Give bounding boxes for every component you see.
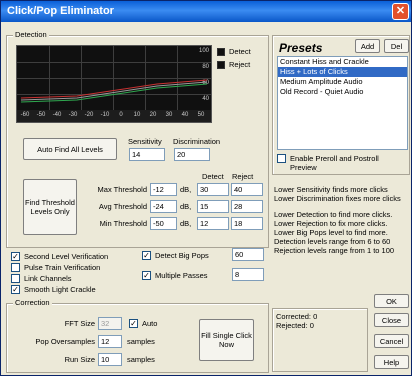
- x-tick: 50: [197, 112, 205, 118]
- help-line: Lower Sensitivity finds more clicks: [274, 185, 388, 194]
- help-spacer: [274, 203, 401, 210]
- max-threshold-label: Max Threshold: [97, 185, 147, 194]
- delete-preset-button[interactable]: Del: [384, 39, 409, 53]
- detect-column-header: Detect: [202, 172, 224, 181]
- run-size-unit: samples: [127, 355, 155, 364]
- preset-item[interactable]: Constant Hiss and Crackle: [278, 57, 407, 67]
- presets-title: Presets: [279, 41, 323, 55]
- x-tick: 0: [119, 112, 123, 118]
- multiple-passes-checkbox[interactable]: ✓: [142, 271, 151, 280]
- detect-legend-label: Detect: [229, 47, 251, 56]
- multiple-passes-label: Multiple Passes: [155, 271, 208, 280]
- help-line: Lower Discrimination fixes more clicks: [274, 194, 401, 203]
- x-tick: 10: [133, 112, 141, 118]
- enable-preroll-label: Enable Preroll and Postroll Preview: [290, 154, 379, 172]
- detect-big-pops-label: Detect Big Pops: [155, 251, 209, 260]
- second-level-verification-label: Second Level Verification: [24, 252, 109, 261]
- help-button[interactable]: Help: [374, 355, 409, 369]
- x-tick: 20: [149, 112, 157, 118]
- fft-auto-checkbox[interactable]: ✓: [129, 319, 138, 328]
- min-threshold-reject-input[interactable]: 18: [231, 217, 263, 230]
- reject-legend-label: Reject: [229, 60, 251, 69]
- avg-threshold-reject-input[interactable]: 28: [231, 200, 263, 213]
- correction-group-label: Correction: [13, 298, 52, 307]
- fft-size-label: FFT Size: [64, 319, 95, 328]
- fft-auto-label: Auto: [142, 319, 158, 328]
- min-threshold-unit: dB,: [180, 219, 192, 228]
- help-line: Rejection levels range from 1 to 100: [274, 246, 395, 255]
- cancel-button[interactable]: Cancel: [374, 334, 409, 348]
- help-line: Lower Big Pops level to find more.: [274, 228, 388, 237]
- preset-item-selected[interactable]: Hiss + Lots of Clicks: [278, 67, 407, 77]
- sensitivity-label: Sensitivity: [128, 137, 162, 146]
- pop-oversamples-input[interactable]: 12: [98, 335, 122, 348]
- fill-single-click-button[interactable]: Fill Single Click Now: [199, 319, 254, 361]
- help-line: Lower Rejection to fix more clicks.: [274, 219, 388, 228]
- find-threshold-levels-only-button[interactable]: Find Threshold Levels Only: [23, 179, 77, 235]
- x-tick: 30: [165, 112, 173, 118]
- detect-big-pops-input[interactable]: 60: [232, 248, 264, 261]
- min-threshold-input[interactable]: -50: [150, 217, 177, 230]
- smooth-light-crackle-checkbox[interactable]: ✓: [11, 285, 20, 294]
- enable-preroll-checkbox[interactable]: [277, 154, 286, 163]
- max-threshold-unit: dB,: [180, 185, 192, 194]
- max-threshold-reject-input[interactable]: 40: [231, 183, 263, 196]
- x-tick: 40: [181, 112, 189, 118]
- help-line: Lower Detection to find more clicks.: [274, 210, 393, 219]
- avg-threshold-input[interactable]: -24: [150, 200, 177, 213]
- presets-list[interactable]: Constant Hiss and Crackle Hiss + Lots of…: [277, 56, 408, 150]
- avg-threshold-label: Avg Threshold: [98, 202, 147, 211]
- second-level-verification-checkbox[interactable]: ✓: [11, 252, 20, 261]
- auto-find-all-levels-button[interactable]: Auto Find All Levels: [23, 138, 117, 160]
- run-size-input[interactable]: 10: [98, 353, 122, 366]
- close-button[interactable]: Close: [374, 313, 409, 327]
- max-threshold-detect-input[interactable]: 30: [197, 183, 229, 196]
- avg-threshold-unit: dB,: [180, 202, 192, 211]
- close-icon[interactable]: ✕: [392, 3, 409, 20]
- avg-threshold-detect-input[interactable]: 15: [197, 200, 229, 213]
- add-preset-button[interactable]: Add: [355, 39, 380, 53]
- reject-column-header: Reject: [232, 172, 254, 181]
- reject-legend-swatch: [217, 61, 225, 69]
- graph-x-axis: -60 -50 -40 -30 -20 -10 0 10 20 30 40 50: [17, 110, 211, 122]
- discrimination-label: Discrimination: [173, 137, 221, 146]
- rejected-count: Rejected: 0: [276, 321, 314, 330]
- fft-size-input[interactable]: 32: [98, 317, 122, 330]
- pulse-train-verification-label: Pulse Train Verification: [24, 263, 101, 272]
- smooth-light-crackle-label: Smooth Light Crackle: [24, 285, 96, 294]
- link-channels-checkbox[interactable]: [11, 274, 20, 283]
- x-tick: -60: [20, 112, 30, 118]
- detection-group-label: Detection: [13, 30, 49, 39]
- help-line: Detection levels range from 6 to 60: [274, 237, 391, 246]
- detection-graph: 100 80 60 40 -60 -50 -40 -30 -20 -10 0 1…: [16, 45, 212, 123]
- graph-curves: [20, 79, 208, 103]
- pulse-train-verification-checkbox[interactable]: [11, 263, 20, 272]
- x-tick: -50: [36, 112, 46, 118]
- x-tick: -20: [84, 112, 94, 118]
- link-channels-label: Link Channels: [24, 274, 72, 283]
- preset-item[interactable]: Medium Amplitude Audio: [278, 77, 407, 87]
- max-threshold-input[interactable]: -12: [150, 183, 177, 196]
- pop-oversamples-label: Pop Oversamples: [35, 337, 95, 346]
- x-tick: -30: [68, 112, 78, 118]
- corrected-count: Corrected: 0: [276, 312, 318, 321]
- min-threshold-label: Min Threshold: [99, 219, 147, 228]
- min-threshold-detect-input[interactable]: 12: [197, 217, 229, 230]
- detect-legend-swatch: [217, 48, 225, 56]
- run-size-label: Run Size: [64, 355, 95, 364]
- preset-item[interactable]: Old Record - Quiet Audio: [278, 87, 407, 97]
- x-tick: -40: [52, 112, 62, 118]
- detect-big-pops-checkbox[interactable]: ✓: [142, 251, 151, 260]
- x-tick: -10: [100, 112, 110, 118]
- pop-oversamples-unit: samples: [127, 337, 155, 346]
- click-pop-eliminator-window: Click/Pop Eliminator ✕ Detection 100 80 …: [0, 0, 412, 376]
- reject-curve: [20, 79, 208, 99]
- multiple-passes-input[interactable]: 8: [232, 268, 264, 281]
- window-title: Click/Pop Eliminator: [7, 5, 114, 17]
- help-text: Lower Sensitivity finds more clicks Lowe…: [274, 185, 401, 255]
- title-bar: Click/Pop Eliminator ✕: [1, 1, 411, 22]
- sensitivity-input[interactable]: 14: [129, 148, 165, 161]
- discrimination-input[interactable]: 20: [174, 148, 210, 161]
- ok-button[interactable]: OK: [374, 294, 409, 308]
